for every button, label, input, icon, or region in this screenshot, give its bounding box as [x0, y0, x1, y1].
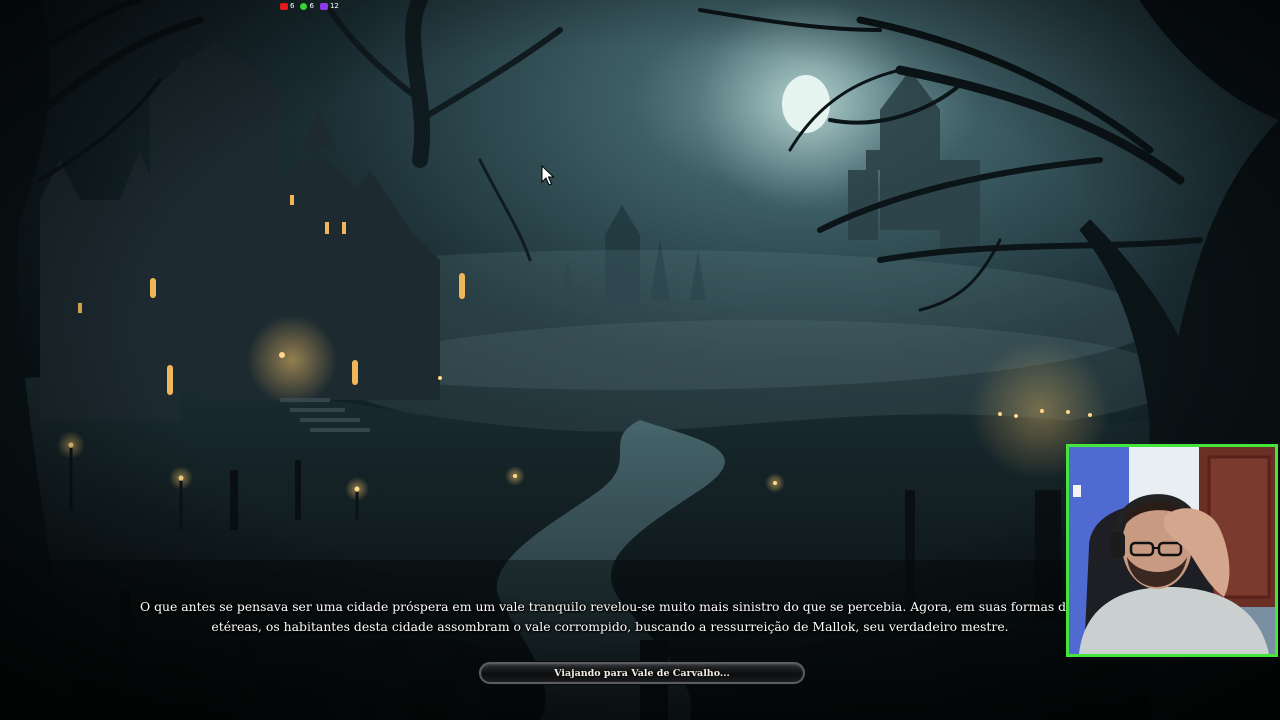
lore-line-2: etéreas, os habitantes desta cidade asso…: [211, 618, 1009, 634]
kick-icon: [300, 2, 308, 10]
kick-viewer-count: 6: [309, 2, 314, 10]
kick-viewers: 6: [300, 2, 314, 10]
streamer-webcam-feed: [1069, 447, 1275, 654]
twitch-icon: [319, 2, 328, 10]
viewer-stats: 6 6 12: [280, 1, 339, 11]
loading-bar: Viajando para Vale de Carvalho...: [479, 662, 805, 684]
twitch-viewer-count: 12: [329, 2, 339, 10]
loading-lore-text: O que antes se pensava ser uma cidade pr…: [140, 597, 1085, 636]
youtube-icon: [280, 2, 288, 10]
twitch-viewers: 12: [319, 2, 339, 10]
youtube-viewer-count: 6: [290, 2, 295, 10]
lore-line-1: O que antes se pensava ser uma cidade pr…: [140, 599, 1085, 614]
webcam-overlay: [1066, 444, 1278, 657]
loading-status-text: Viajando para Vale de Carvalho...: [554, 667, 730, 679]
youtube-viewers: 6: [280, 2, 294, 10]
